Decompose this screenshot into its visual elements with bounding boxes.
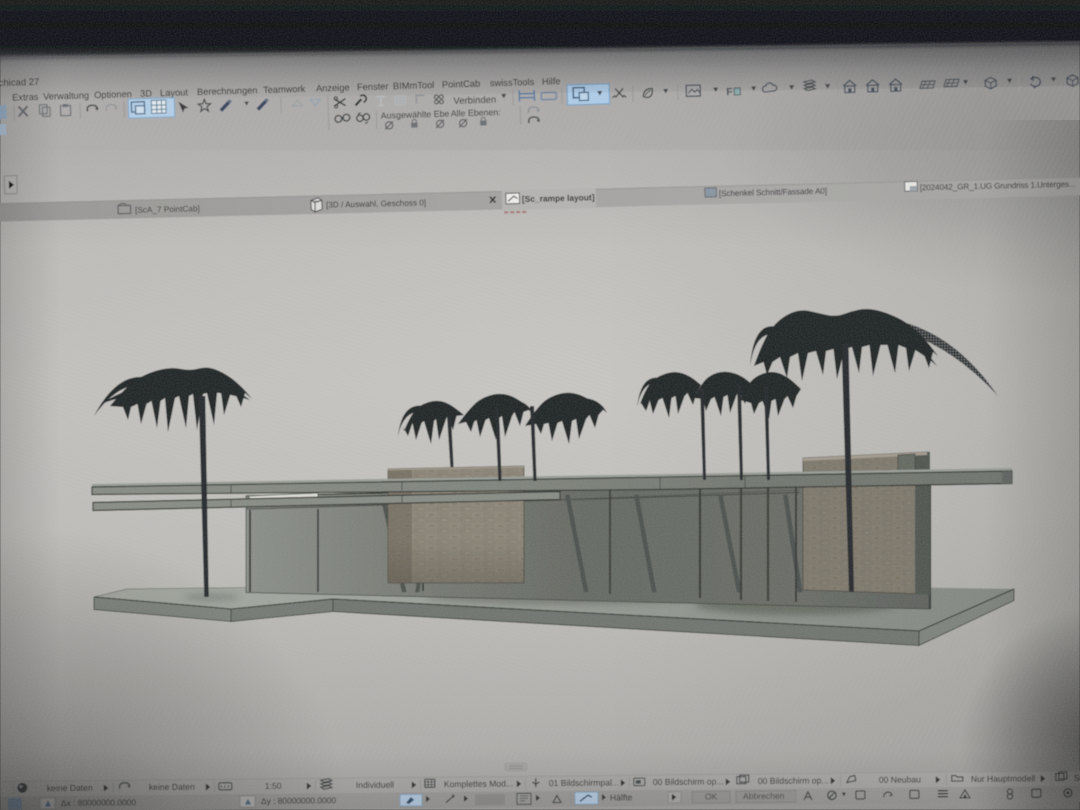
svg-text:Verbinden: Verbinden — [453, 95, 496, 107]
svg-text:Alle Ebenen:: Alle Ebenen: — [451, 107, 501, 118]
svg-text:[ScA_7 PointCab]: [ScA_7 PointCab] — [135, 204, 200, 215]
svg-text:[Sc_rampe layout]: [Sc_rampe layout] — [522, 192, 595, 204]
svg-text:Ausgewählte Ebe: Ausgewählte Ebe — [381, 109, 450, 121]
